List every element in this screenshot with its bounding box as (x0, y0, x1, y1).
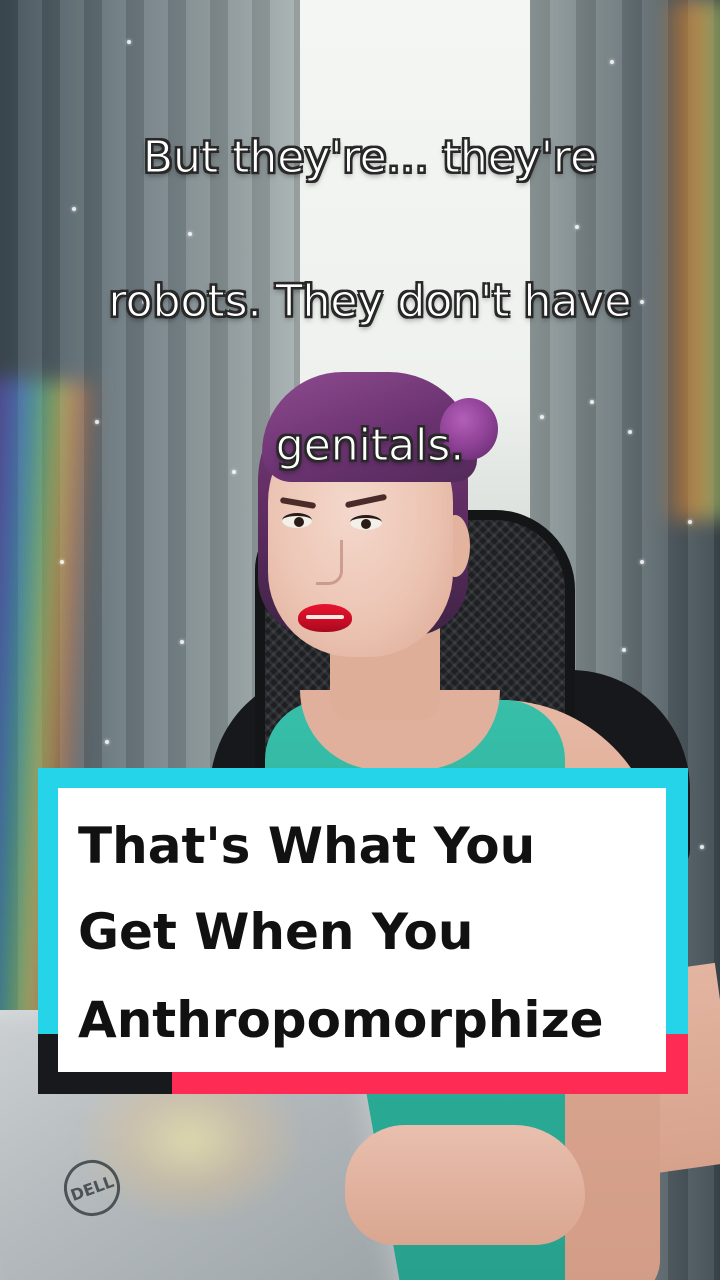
title-card-line: That's What You (78, 817, 536, 875)
star-icon (688, 520, 692, 524)
video-frame[interactable]: DELL But they're... they're robots. They… (0, 0, 720, 1280)
subtitle-caption: But they're... they're robots. They don'… (70, 50, 670, 554)
star-icon (700, 845, 704, 849)
star-icon (60, 560, 64, 564)
caption-line: genitals. (275, 420, 465, 472)
title-card: That's What You Get When You Anthropomor… (38, 768, 688, 1094)
title-card-line: Get When You (78, 903, 474, 961)
teeth (306, 615, 344, 619)
person-hand (345, 1125, 585, 1245)
star-icon (127, 40, 131, 44)
star-icon (180, 640, 184, 644)
caption-line: But they're... they're (142, 132, 598, 184)
star-icon (640, 560, 644, 564)
caption-line: robots. They don't have (108, 276, 632, 328)
star-icon (105, 740, 109, 744)
star-icon (622, 648, 626, 652)
title-card-line: Anthropomorphize (78, 991, 604, 1049)
title-card-body: That's What You Get When You Anthropomor… (58, 788, 666, 1072)
